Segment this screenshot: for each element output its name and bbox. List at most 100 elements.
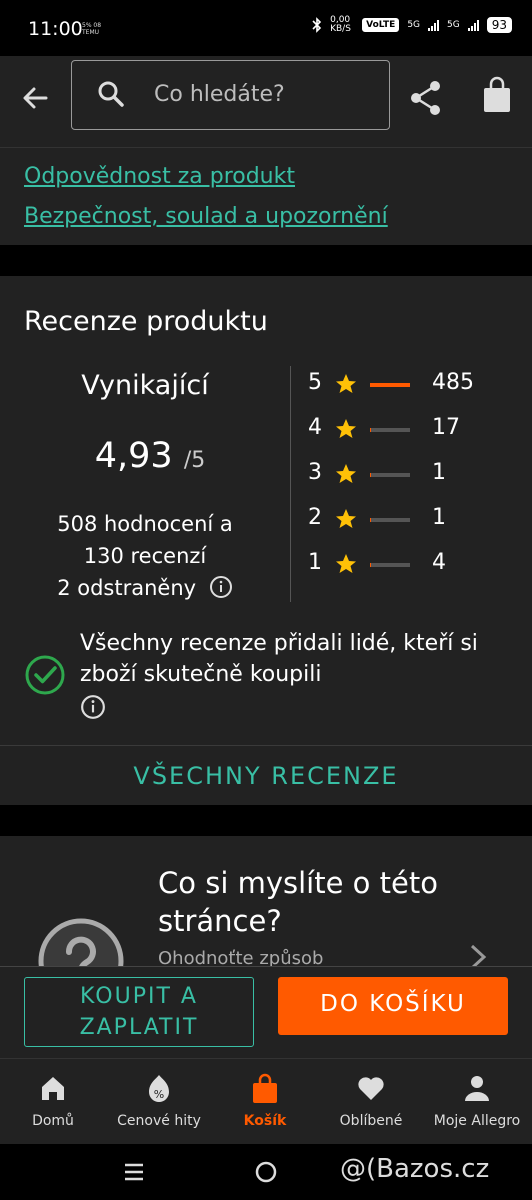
nav-item-favorites[interactable]: Oblíbené xyxy=(318,1059,424,1145)
top-app-bar: Co hledáte? xyxy=(0,56,532,148)
rating-bar xyxy=(370,383,410,387)
home-icon xyxy=(42,1077,64,1100)
info-icon[interactable] xyxy=(80,694,106,720)
rating-row-5[interactable]: 5 485 xyxy=(308,370,508,400)
rating-bar-fill xyxy=(370,383,410,387)
star-level: 3 xyxy=(308,460,322,485)
rating-bar-fill xyxy=(370,563,371,567)
feedback-subtitle: Ohodnoťte způsob xyxy=(158,948,324,966)
rating-count: 1 xyxy=(432,505,446,530)
nav-label: Domů xyxy=(32,1113,74,1129)
status-time: 11:00 xyxy=(28,18,83,40)
star-level: 2 xyxy=(308,505,322,530)
home-circle-icon[interactable] xyxy=(254,1160,278,1184)
bluetooth-icon xyxy=(312,17,322,33)
question-mark-icon xyxy=(38,918,124,966)
rating-bar xyxy=(370,428,410,432)
buy-bar: KOUPIT A ZAPLATIT DO KOŠÍKU xyxy=(0,966,532,1058)
star-level: 5 xyxy=(308,370,322,395)
verified-text: Všechny recenze přidali lidé, kteří si z… xyxy=(80,631,478,687)
signal-2-icon xyxy=(467,19,479,31)
nav-item-home[interactable]: Domů xyxy=(0,1059,106,1145)
rating-row-1[interactable]: 1 4 xyxy=(308,550,508,580)
star-icon xyxy=(336,419,356,438)
ratings-count: 508 hodnocení a xyxy=(57,512,233,536)
add-to-cart-button[interactable]: DO KOŠÍKU xyxy=(278,977,508,1035)
search-input[interactable]: Co hledáte? xyxy=(71,60,390,130)
score-value: 4,93 xyxy=(94,436,173,476)
reviews-count: 130 recenzí xyxy=(83,544,207,568)
rating-row-3[interactable]: 3 1 xyxy=(308,460,508,490)
product-info-links: Odpovědnost za produkt Bezpečnost, soula… xyxy=(0,148,532,245)
rating-bar xyxy=(370,518,410,522)
star-icon xyxy=(336,509,356,528)
rating-row-2[interactable]: 2 1 xyxy=(308,505,508,535)
search-placeholder: Co hledáte? xyxy=(154,82,285,107)
share-icon[interactable] xyxy=(408,78,444,118)
svg-text:%: % xyxy=(154,1088,164,1101)
chevron-right-icon[interactable] xyxy=(466,942,490,966)
divider xyxy=(290,366,291,602)
status-tiny-info: 5% 08 TEMU xyxy=(82,22,102,36)
status-bar: 11:00 5% 08 TEMU 0,00 KB/S VoLTE 5G 5G 9… xyxy=(0,0,532,56)
star-icon xyxy=(336,464,356,483)
feedback-question: Co si myslíte o této stránce? xyxy=(158,866,438,938)
nav-label: Moje Allegro xyxy=(433,1113,521,1129)
nav-item-cart[interactable]: Košík xyxy=(212,1059,318,1145)
net1-label: 5G xyxy=(407,20,421,30)
all-reviews-button[interactable]: VŠECHNY RECENZE xyxy=(0,745,532,805)
reviews-title: Recenze produktu xyxy=(24,306,268,337)
rating-counts: 508 hodnocení a 130 recenzí 2 odstraněny xyxy=(0,508,290,604)
product-responsibility-link[interactable]: Odpovědnost za produkt xyxy=(24,164,295,189)
cart-bag-icon xyxy=(253,1073,277,1103)
volte-badge: VoLTE xyxy=(362,18,400,32)
star-level: 1 xyxy=(308,550,322,575)
person-icon xyxy=(465,1076,489,1101)
removed-row: 2 odstraněny xyxy=(0,572,290,604)
all-reviews-label: VŠECHNY RECENZE xyxy=(133,762,399,790)
rating-bar-fill xyxy=(370,473,371,477)
rating-verdict: Vynikající xyxy=(81,370,209,401)
recent-apps-icon[interactable] xyxy=(122,1160,146,1184)
battery-level: 93 xyxy=(486,17,512,33)
rating-bar xyxy=(370,563,410,567)
rating-count: 485 xyxy=(432,370,474,395)
net2-label: 5G xyxy=(447,20,460,30)
rating-row-4[interactable]: 4 17 xyxy=(308,415,508,445)
nav-label: Košík xyxy=(243,1113,287,1129)
bottom-navigation: Domů % Cenové hity Košík Oblíbené Moje A… xyxy=(0,1058,532,1144)
verified-reviews-note: Všechny recenze přidali lidé, kteří si z… xyxy=(80,628,500,729)
network-speed: 0,00 KB/S xyxy=(330,15,351,34)
search-icon xyxy=(98,81,124,107)
heart-icon xyxy=(358,1077,384,1100)
info-icon[interactable] xyxy=(209,575,233,599)
average-score: 4,93 /5 xyxy=(0,436,300,476)
star-level: 4 xyxy=(308,415,322,440)
product-safety-link[interactable]: Bezpečnost, soulad a upozornění xyxy=(24,204,388,229)
rating-bar xyxy=(370,473,410,477)
arrow-back-icon[interactable] xyxy=(16,78,56,118)
nav-label: Oblíbené xyxy=(339,1113,403,1129)
rating-bar-fill xyxy=(370,518,371,522)
page-feedback-card[interactable]: Co si myslíte o této stránce? Ohodnoťte … xyxy=(0,836,532,966)
rating-count: 4 xyxy=(432,550,446,575)
price-tag-icon: % xyxy=(149,1075,169,1102)
nav-label: Cenové hity xyxy=(117,1113,201,1129)
verified-check-icon xyxy=(25,655,65,695)
score-max: /5 xyxy=(183,448,206,473)
watermark-text: @(Bazos.cz xyxy=(340,1154,490,1184)
buy-now-button[interactable]: KOUPIT A ZAPLATIT xyxy=(24,977,254,1047)
nav-item-price-hits[interactable]: % Cenové hity xyxy=(106,1059,212,1145)
rating-count: 17 xyxy=(432,415,460,440)
nav-item-my-allegro[interactable]: Moje Allegro xyxy=(424,1059,530,1145)
star-icon xyxy=(336,554,356,573)
rating-bar-fill xyxy=(370,428,372,432)
removed-count: 2 odstraněny xyxy=(57,576,197,600)
system-nav-bar: @(Bazos.cz xyxy=(0,1144,532,1200)
reviews-section: Recenze produktu Vynikající 4,93 /5 508 … xyxy=(0,276,532,745)
star-icon xyxy=(336,374,356,393)
signal-1-icon xyxy=(428,19,440,31)
rating-count: 1 xyxy=(432,460,446,485)
status-icons: 0,00 KB/S VoLTE 5G 5G 93 xyxy=(312,16,512,34)
bag-icon[interactable] xyxy=(480,76,514,116)
